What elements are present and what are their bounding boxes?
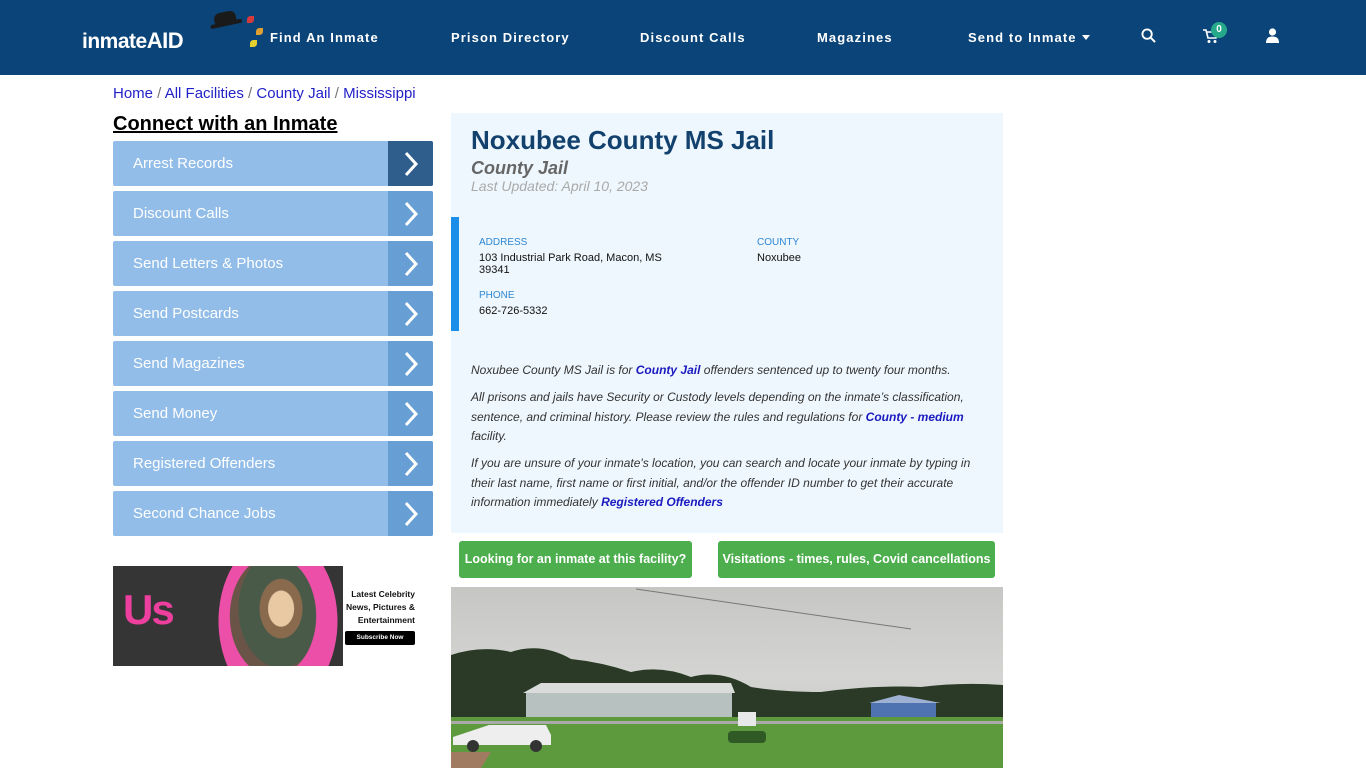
nav-send-to-inmate-label: Send to Inmate — [968, 30, 1077, 45]
us-weekly-ad-banner[interactable]: Us Latest Celebrity News, Pictures & Ent… — [113, 566, 433, 666]
nav-magazines[interactable]: Magazines — [817, 30, 893, 45]
sidebar-item-send-magazines[interactable]: Send Magazines — [113, 341, 433, 386]
leaf-icon — [256, 28, 263, 35]
sidebar-item-discount-calls[interactable]: Discount Calls — [113, 191, 433, 236]
breadcrumb-separator: / — [153, 85, 165, 102]
find-inmate-at-facility-button[interactable]: Looking for an inmate at this facility? — [459, 541, 692, 578]
breadcrumb: Home / All Facilities / County Jail / Mi… — [113, 85, 416, 102]
account-button[interactable] — [1266, 28, 1279, 48]
last-updated: Last Updated: April 10, 2023 — [471, 178, 648, 194]
sidebar-item-second-chance-jobs[interactable]: Second Chance Jobs — [113, 491, 433, 536]
breadcrumb-mississippi[interactable]: Mississippi — [343, 85, 416, 102]
county-medium-link[interactable]: County - medium — [866, 410, 964, 424]
county-label: COUNTY — [757, 237, 800, 248]
sidebar-item-send-letters-photos[interactable]: Send Letters & Photos — [113, 241, 433, 286]
chevron-right-icon — [388, 341, 433, 386]
registered-offenders-link[interactable]: Registered Offenders — [601, 495, 723, 509]
phone-label: PHONE — [479, 290, 515, 301]
sidebar-item-arrest-records[interactable]: Arrest Records — [113, 141, 433, 186]
chevron-right-icon — [388, 141, 433, 186]
chevron-right-icon — [388, 241, 433, 286]
breadcrumb-home[interactable]: Home — [113, 85, 153, 102]
sidebar-item-label: Arrest Records — [133, 155, 234, 172]
sidebar-title: Connect with an Inmate — [113, 113, 338, 135]
sidebar-item-label: Second Chance Jobs — [133, 505, 276, 522]
nav-send-to-inmate[interactable]: Send to Inmate — [968, 30, 1090, 45]
ad-brand-logo: Us — [123, 586, 175, 633]
facility-description: Noxubee County MS Jail is for County Jai… — [471, 361, 981, 520]
logo-text-inmate: inmate — [82, 30, 147, 53]
facility-panel: Noxubee County MS Jail County Jail Last … — [451, 113, 1003, 533]
leaf-icon — [250, 40, 257, 47]
address-value: 103 Industrial Park Road, Macon, MS 3934… — [479, 252, 662, 276]
sidebar-item-label: Registered Offenders — [133, 455, 276, 472]
top-navigation-bar: inmateAID Find An Inmate Prison Director… — [0, 0, 1366, 75]
breadcrumb-all-facilities[interactable]: All Facilities — [165, 85, 244, 102]
sidebar-item-send-money[interactable]: Send Money — [113, 391, 433, 436]
description-paragraph: Noxubee County MS Jail is for County Jai… — [471, 363, 951, 377]
sidebar-item-label: Send Money — [133, 405, 218, 422]
facility-photo — [451, 587, 1003, 768]
breadcrumb-separator: / — [243, 85, 257, 102]
ad-subscribe-button[interactable]: Subscribe Now — [345, 631, 415, 645]
chevron-right-icon — [388, 191, 433, 236]
sidebar-item-label: Send Magazines — [133, 355, 245, 372]
sidebar-item-label: Discount Calls — [133, 205, 229, 222]
nav-prison-directory[interactable]: Prison Directory — [451, 30, 570, 45]
pilgrim-hat-icon — [212, 9, 238, 27]
user-icon — [1266, 28, 1279, 43]
facility-type: County Jail — [471, 158, 569, 178]
chevron-right-icon — [388, 291, 433, 336]
description-paragraph: All prisons and jails have Security or C… — [471, 390, 964, 443]
address-label: ADDRESS — [479, 237, 528, 248]
county-value: Noxubee — [757, 252, 802, 264]
cart-count-badge: 0 — [1211, 22, 1227, 38]
logo-text-aid: AID — [146, 28, 184, 53]
sidebar-item-registered-offenders[interactable]: Registered Offenders — [113, 441, 433, 486]
facility-photo-illustration — [451, 588, 1003, 768]
ad-text: Latest Celebrity News, Pictures & Entert… — [346, 589, 415, 625]
facility-name: Noxubee County MS Jail — [471, 125, 775, 155]
sidebar-item-label: Send Letters & Photos — [133, 255, 284, 272]
nav-find-an-inmate[interactable]: Find An Inmate — [270, 30, 379, 45]
chevron-right-icon — [388, 491, 433, 536]
chevron-right-icon — [388, 441, 433, 486]
inmateaid-logo[interactable]: inmateAID — [82, 9, 263, 54]
search-button[interactable] — [1141, 28, 1156, 48]
phone-value[interactable]: 662-726-5332 — [479, 305, 548, 317]
caret-down-icon — [1081, 35, 1090, 40]
leaf-icon — [247, 16, 254, 23]
description-paragraph: If you are unsure of your inmate's locat… — [471, 456, 971, 509]
facility-info-box: ADDRESS 103 Industrial Park Road, Macon,… — [451, 217, 1003, 331]
breadcrumb-separator: / — [330, 85, 344, 102]
sidebar-item-label: Send Postcards — [133, 305, 239, 322]
sidebar-menu: Arrest Records Discount Calls Send Lette… — [113, 141, 433, 541]
breadcrumb-county-jail[interactable]: County Jail — [256, 85, 330, 102]
sidebar-item-send-postcards[interactable]: Send Postcards — [113, 291, 433, 336]
chevron-right-icon — [388, 391, 433, 436]
visitations-button[interactable]: Visitations - times, rules, Covid cancel… — [718, 541, 995, 578]
search-icon — [1141, 28, 1156, 43]
nav-discount-calls[interactable]: Discount Calls — [640, 30, 746, 45]
county-jail-link[interactable]: County Jail — [636, 363, 701, 377]
